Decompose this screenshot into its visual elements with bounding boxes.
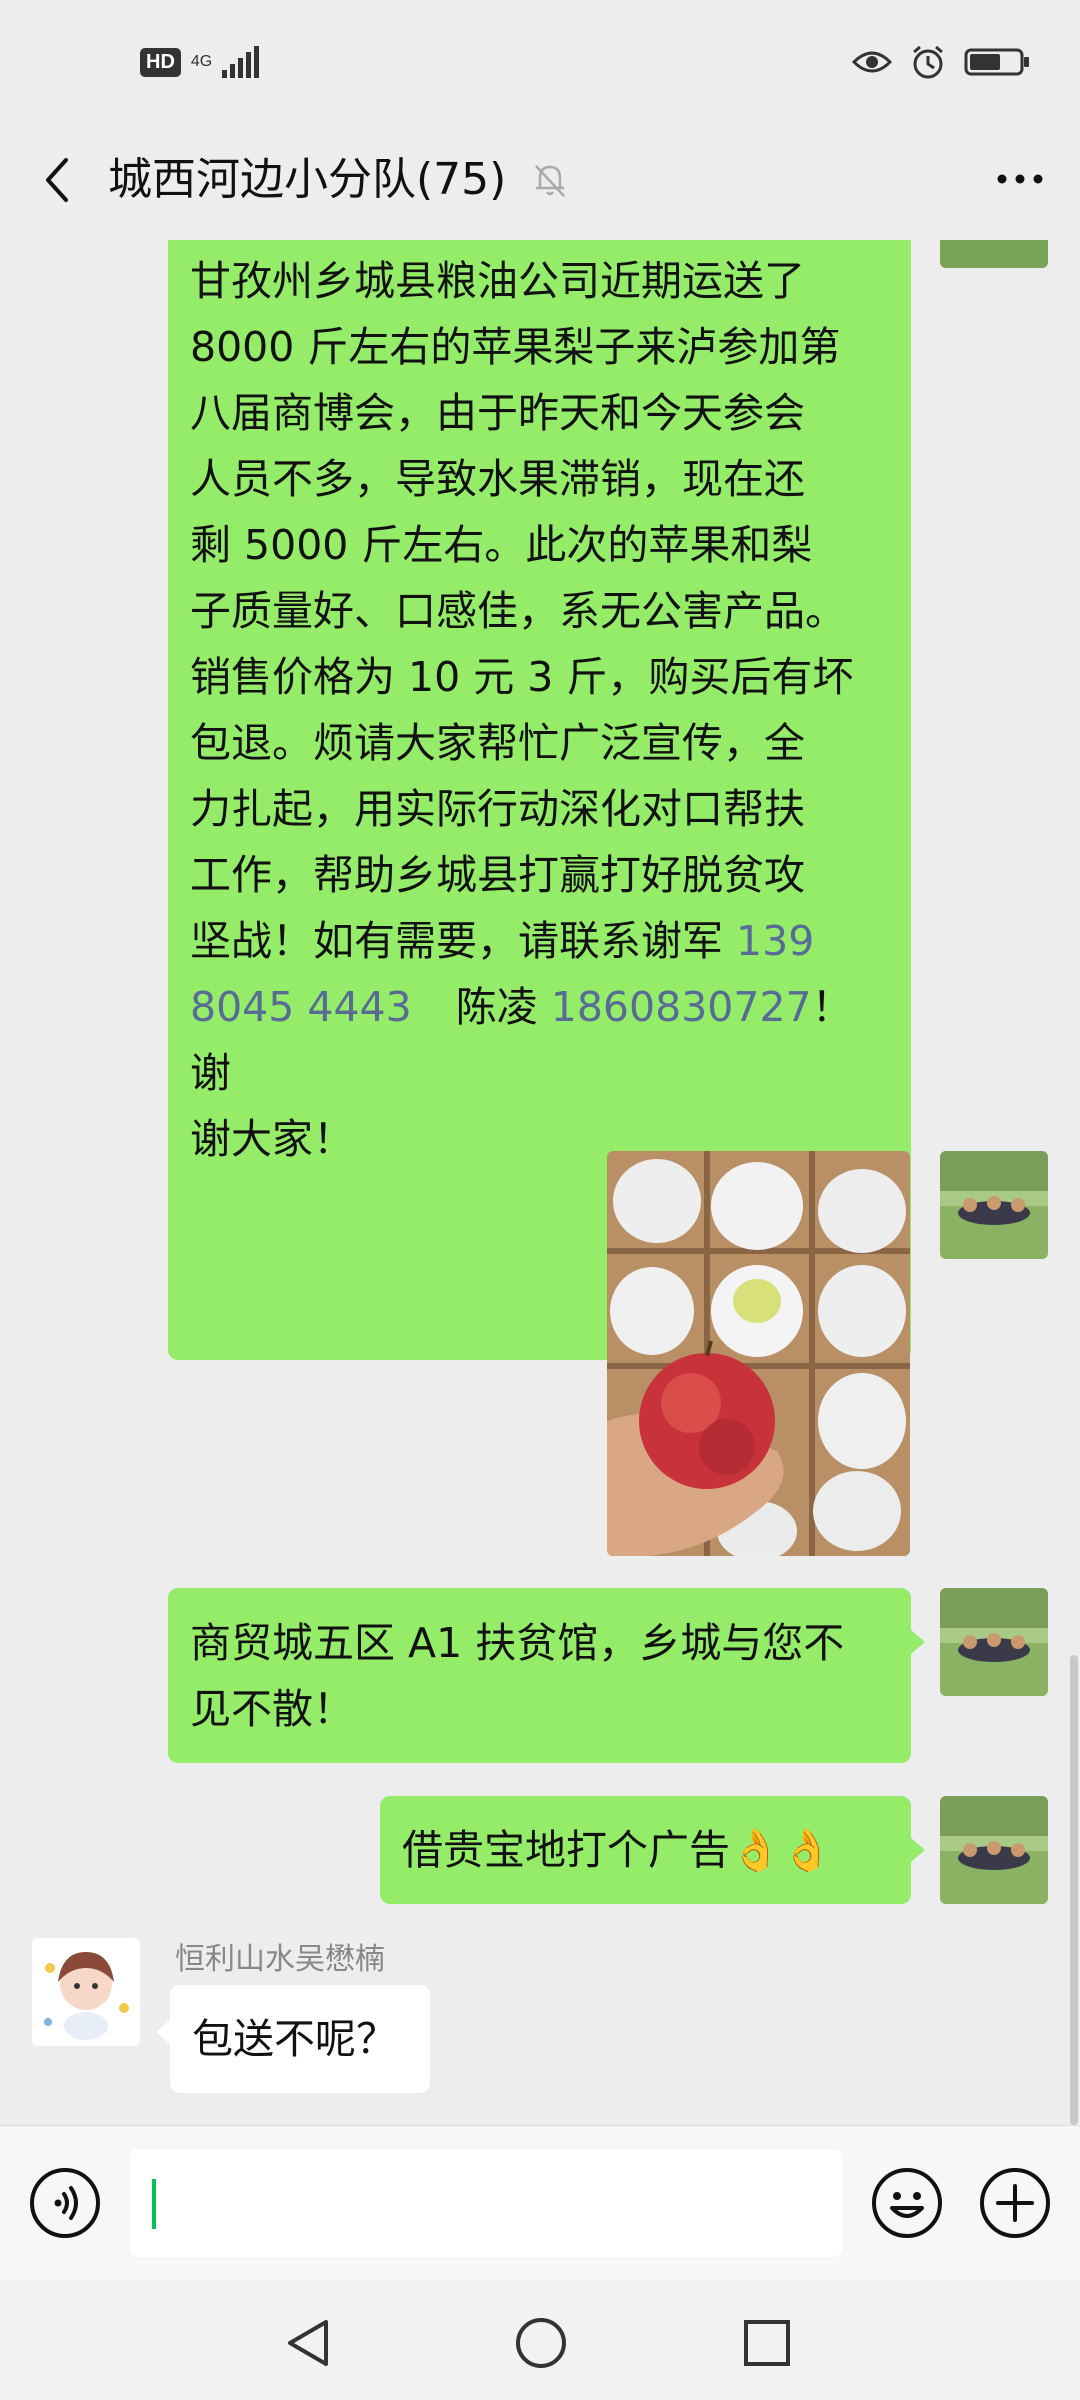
apple-photo-image xyxy=(607,1151,910,1556)
message-line: 销售价格为 10 元 3 斤，购买后有坏 xyxy=(190,653,854,701)
message-line: 甘孜州乡城县粮油公司近期运送了 xyxy=(190,257,805,305)
plus-icon[interactable] xyxy=(978,2166,1052,2240)
nav-home-icon[interactable] xyxy=(514,2316,568,2370)
message-bubble-question[interactable]: 包送不呢？ xyxy=(170,1985,430,2093)
message-line: 商贸城五区 A1 扶贫馆，乡城与您不 xyxy=(190,1619,845,1667)
chat-title: 城西河边小分队(75) xyxy=(108,154,507,205)
message-line: 子质量好、口感佳，系无公害产品。 xyxy=(190,587,846,635)
hd-badge: HD xyxy=(140,47,181,77)
chat-message-list[interactable]: 甘孜州乡城县粮油公司近期运送了 8000 斤左右的苹果梨子来泸参加第 八届商博会… xyxy=(0,240,1080,2125)
battery-icon xyxy=(964,48,1029,76)
chat-header: 城西河边小分队(75) xyxy=(0,130,1080,240)
message-line: 剩 5000 斤左右。此次的苹果和梨 xyxy=(190,521,813,569)
message-bubble-ad[interactable]: 借贵宝地打个广告👌👌 xyxy=(380,1796,911,1904)
message-text: 陈凌 xyxy=(455,983,551,1031)
sender-name: 恒利山水吴懋楠 xyxy=(175,1942,385,1977)
scrollbar[interactable] xyxy=(1070,1655,1078,2125)
avatar[interactable] xyxy=(940,1588,1048,1696)
phone-link[interactable]: 8045 4443 xyxy=(190,983,412,1031)
bubble-tail xyxy=(911,1630,925,1654)
message-line: 包退。烦请大家帮忙广泛宣传，全 xyxy=(190,719,805,767)
bubble-tail xyxy=(911,1838,925,1862)
eye-icon xyxy=(852,51,892,73)
alarm-icon xyxy=(913,45,943,79)
phone-link[interactable]: 139 xyxy=(736,917,814,965)
ok-hand-emoji: 👌👌 xyxy=(730,1826,833,1874)
emoji-icon[interactable] xyxy=(870,2166,944,2240)
message-line: 8000 斤左右的苹果梨子来泸参加第 xyxy=(190,323,841,371)
avatar[interactable] xyxy=(940,240,1048,268)
mute-bell-icon xyxy=(535,165,565,197)
message-line: 工作，帮助乡城县打赢打好脱贫攻 xyxy=(190,851,805,899)
phone-link[interactable]: 1860830727 xyxy=(551,983,812,1031)
message-line: 坚战！如有需要，请联系谢军 139 xyxy=(190,908,889,974)
nav-back-icon[interactable] xyxy=(282,2316,336,2370)
message-line: 力扎起，用实际行动深化对口帮扶 xyxy=(190,785,805,833)
text-caret xyxy=(152,2179,156,2229)
sender-avatar[interactable] xyxy=(32,1938,140,2046)
message-line: 八届商博会，由于昨天和今天参会 xyxy=(190,389,805,437)
message-line: 8045 4443 陈凌 1860830727！谢 xyxy=(190,974,889,1106)
photo-message[interactable] xyxy=(607,1151,910,1556)
message-text: 坚战！如有需要，请联系谢军 xyxy=(190,917,737,965)
signal-icon xyxy=(222,46,260,78)
system-navigation-bar xyxy=(0,2280,1080,2400)
avatar[interactable] xyxy=(940,1796,1048,1904)
more-options-icon[interactable] xyxy=(990,154,1050,204)
status-bar: HD 4G xyxy=(0,0,1080,130)
status-left: HD 4G xyxy=(140,46,260,78)
message-line: 见不散！ xyxy=(190,1685,354,1733)
input-bar xyxy=(0,2125,1080,2281)
nav-recents-icon[interactable] xyxy=(742,2318,792,2368)
bubble-tail xyxy=(156,2020,170,2044)
message-text: 包送不呢？ xyxy=(192,2015,397,2063)
avatar[interactable] xyxy=(940,1151,1048,1259)
message-bubble-location[interactable]: 商贸城五区 A1 扶贫馆，乡城与您不 见不散！ xyxy=(168,1588,911,1763)
message-line: 人员不多，导致水果滞销，现在还 xyxy=(190,455,805,503)
network-type: 4G xyxy=(190,53,213,70)
voice-input-icon[interactable] xyxy=(28,2166,102,2240)
status-right xyxy=(852,44,1030,80)
message-text: 借贵宝地打个广告 xyxy=(402,1826,730,1874)
back-arrow-icon[interactable] xyxy=(32,150,82,210)
message-input[interactable] xyxy=(130,2149,842,2257)
